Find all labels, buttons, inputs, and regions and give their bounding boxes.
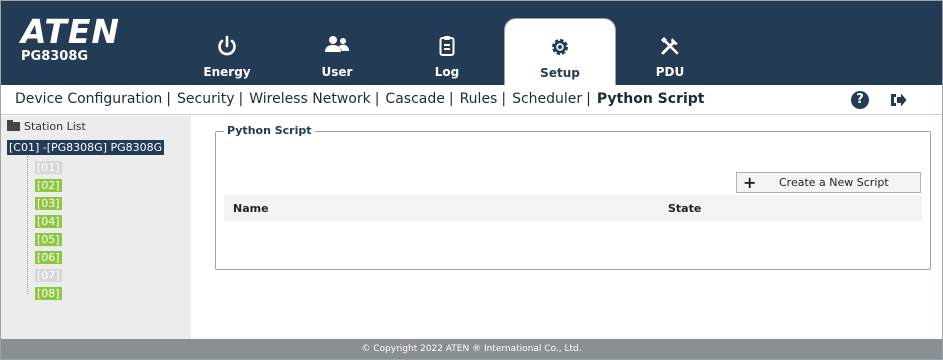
column-state[interactable]: State <box>668 202 701 215</box>
subnav-separator: | <box>238 91 244 107</box>
logout-icon[interactable] <box>889 91 907 109</box>
top-header: ATEN PG8308G Energy User Log Setup PDU <box>1 1 942 85</box>
subnav-separator: | <box>166 91 171 107</box>
port-03[interactable]: [03] <box>35 197 62 210</box>
tab-pdu[interactable]: PDU <box>614 15 726 85</box>
subnav-security[interactable]: Security <box>177 91 235 107</box>
station-list-header: Station List <box>7 120 86 133</box>
port-01[interactable]: [01] <box>35 161 62 174</box>
tree-root[interactable]: [C01] -[PG8308G] PG8308G <box>7 140 165 155</box>
tab-energy-label: Energy <box>203 65 251 79</box>
port-06[interactable]: [06] <box>35 251 62 264</box>
subnav-python-script[interactable]: Python Script <box>597 91 705 107</box>
station-list-title: Station List <box>24 120 86 133</box>
station-sidebar: Station List [C01] -[PG8308G] PG8308G [0… <box>1 116 191 339</box>
port-02[interactable]: [02] <box>35 179 62 192</box>
log-icon <box>391 35 503 57</box>
subnav-device-configuration[interactable]: Device Configuration <box>15 91 162 107</box>
folder-icon <box>7 120 20 131</box>
port-08[interactable]: [08] <box>35 287 62 300</box>
panel-legend: Python Script <box>224 124 315 137</box>
power-icon <box>171 35 283 57</box>
subnav-separator: | <box>374 91 380 107</box>
subnav-separator: | <box>448 91 454 107</box>
tree-root-label[interactable]: [C01] -[PG8308G] PG8308G <box>7 140 165 155</box>
tab-energy[interactable]: Energy <box>171 15 283 85</box>
subnav-cascade[interactable]: Cascade <box>385 91 444 107</box>
column-name[interactable]: Name <box>233 202 269 215</box>
port-04[interactable]: [04] <box>35 215 62 228</box>
plus-icon: + <box>743 173 757 192</box>
subnav-scheduler[interactable]: Scheduler <box>512 91 582 107</box>
tab-log-label: Log <box>434 65 460 79</box>
subnav-wireless-network[interactable]: Wireless Network <box>249 91 370 107</box>
script-table-header: Name State <box>224 195 922 221</box>
logo-text: ATEN <box>21 12 121 51</box>
copyright-footer: © Copyright 2022 ATEN ® International Co… <box>1 339 942 359</box>
port-07[interactable]: [07] <box>35 269 62 282</box>
subnav-rules[interactable]: Rules <box>460 91 498 107</box>
tab-setup-label: Setup <box>540 66 580 80</box>
subnav-separator: | <box>586 91 591 107</box>
tools-icon <box>614 35 726 57</box>
tab-pdu-label: PDU <box>655 65 685 79</box>
setup-subnav: Device Configuration | Security | Wireless N… <box>1 85 942 115</box>
help-icon[interactable]: ? <box>851 91 869 109</box>
create-new-script-button[interactable]: + Create a New Script <box>736 172 921 193</box>
tab-log[interactable]: Log <box>391 15 503 85</box>
device-model: PG8308G <box>21 49 89 64</box>
aten-logo: ATEN PG8308G <box>21 15 120 64</box>
tab-user[interactable]: User <box>281 15 393 85</box>
port-05[interactable]: [05] <box>35 233 62 246</box>
subnav-links: Device Configuration | Security | Wireless N… <box>15 91 704 107</box>
tree-connector <box>27 156 28 294</box>
users-icon <box>281 35 393 57</box>
tab-setup[interactable]: Setup <box>504 18 616 85</box>
gear-icon <box>505 37 615 59</box>
subnav-separator: | <box>501 91 507 107</box>
create-new-script-label: Create a New Script <box>779 176 889 189</box>
tab-user-label: User <box>321 65 353 79</box>
